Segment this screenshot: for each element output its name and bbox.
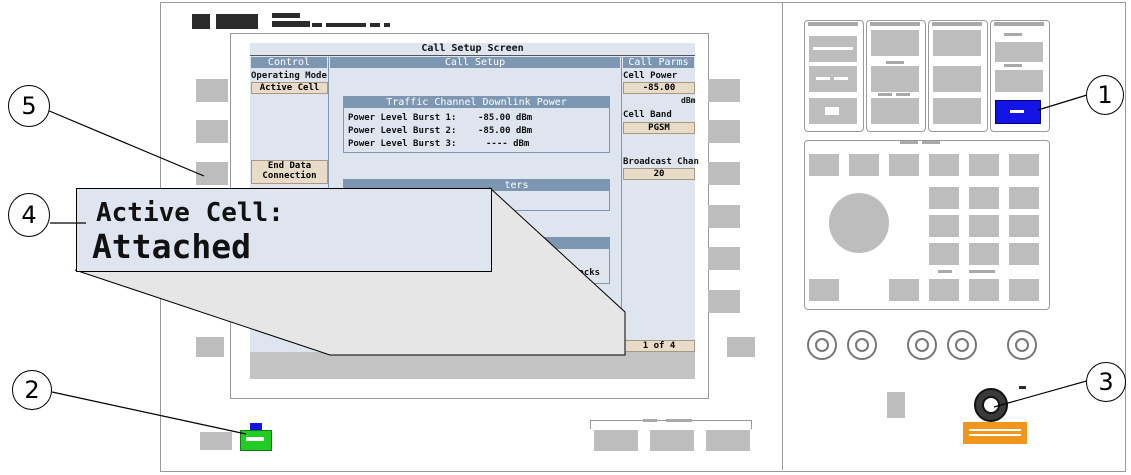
callout-2: 2: [12, 370, 52, 410]
callout-5: 5: [8, 85, 50, 127]
leader-lines: [46, 94, 1091, 435]
callout-4: 4: [8, 193, 50, 237]
callout-1: 1: [1086, 75, 1124, 115]
callout-3: 3: [1086, 362, 1126, 402]
